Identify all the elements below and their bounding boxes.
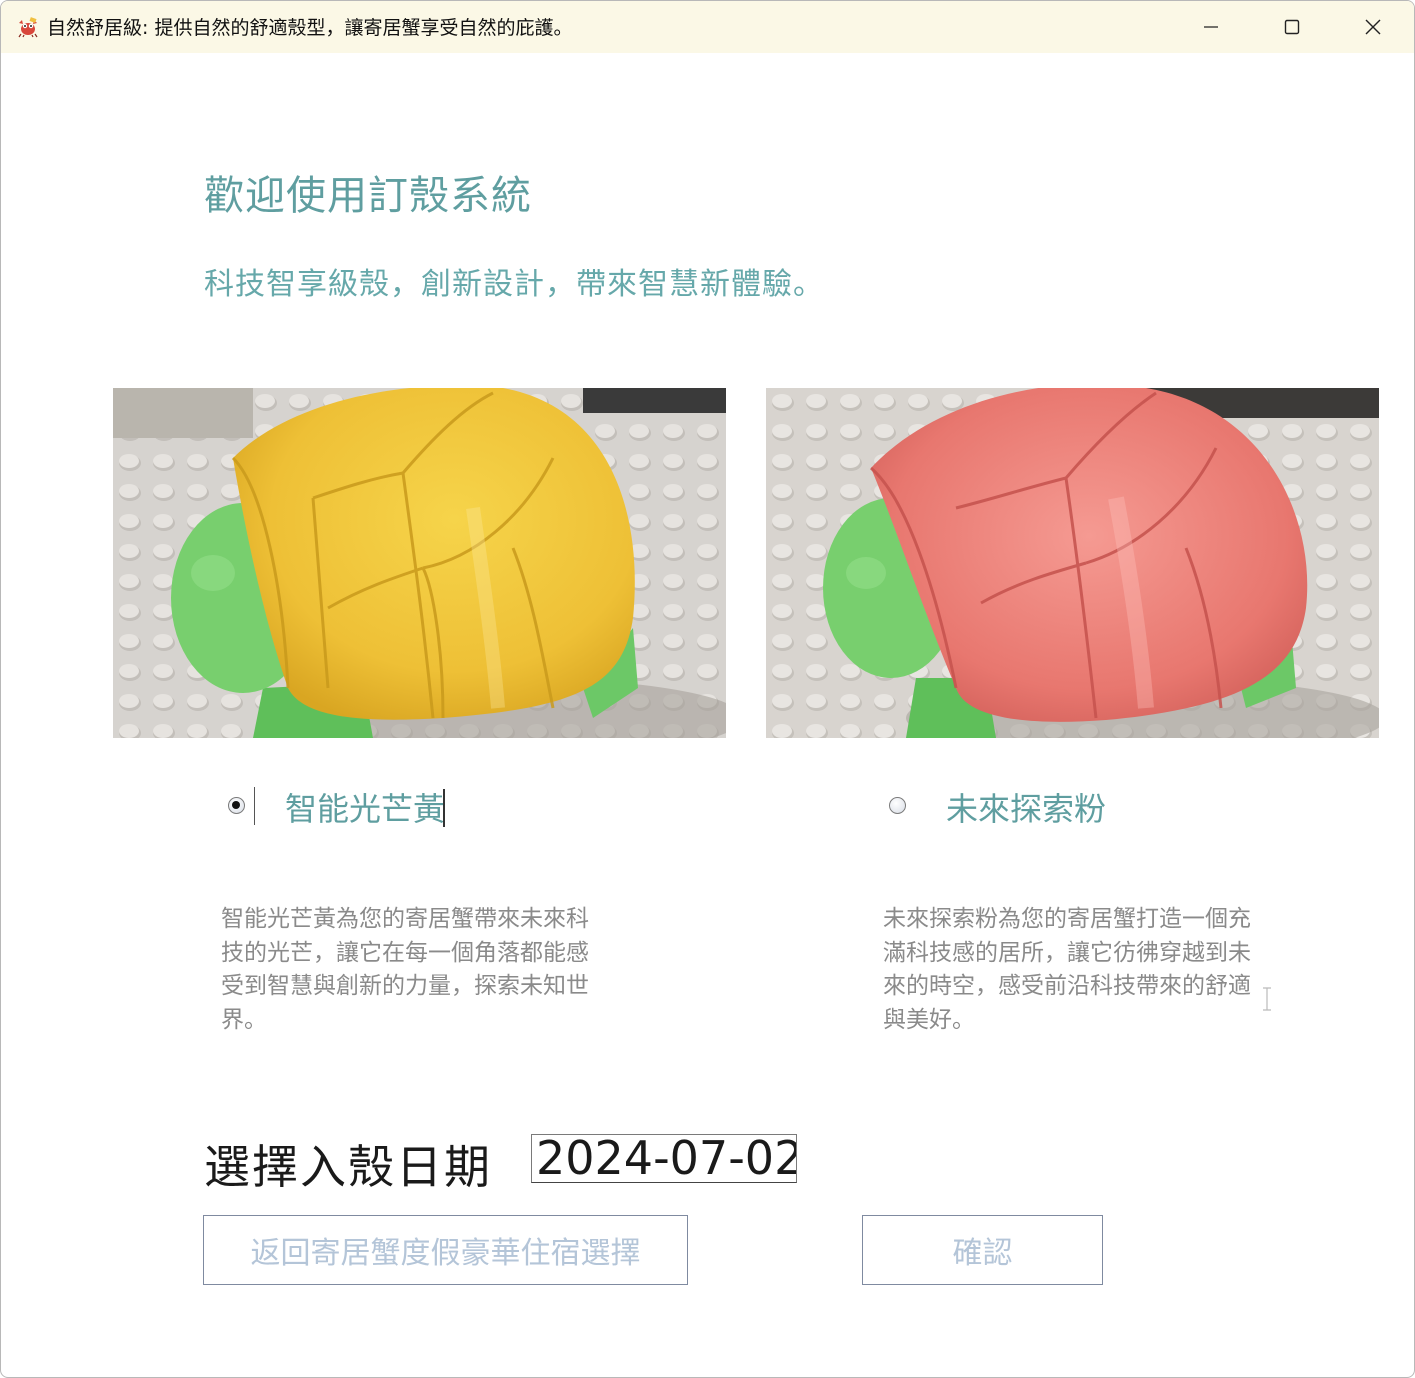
text-cursor-icon [1263, 987, 1271, 1011]
date-label: 選擇入殼日期 [204, 1140, 492, 1194]
app-window: 自然舒居級: 提供自然的舒適殼型，讓寄居蟹享受自然的庇護。 歡迎使用訂殼系統 科… [0, 0, 1415, 1378]
description-pink: 未來探索粉為您的寄居蟹打造一個充滿科技感的居所，讓它彷彿穿越到未來的時空，感受前… [883, 906, 1251, 1033]
crab-mascot-icon [17, 16, 39, 38]
page-subheading: 科技智享級殼，創新設計，帶來智慧新體驗。 [204, 267, 824, 302]
option-label-yellow[interactable]: 智能光芒黃 [285, 787, 445, 831]
radio-pink[interactable] [889, 797, 906, 814]
close-icon [1365, 19, 1381, 35]
option-label-pink[interactable]: 未來探索粉 [946, 787, 1106, 831]
yellow-shell-photo [113, 388, 726, 738]
close-button[interactable] [1333, 1, 1413, 53]
text-caret [443, 789, 445, 827]
minimize-button[interactable] [1171, 1, 1251, 53]
window-title: 自然舒居級: 提供自然的舒適殼型，讓寄居蟹享受自然的庇護。 [47, 17, 573, 39]
maximize-icon [1284, 19, 1300, 35]
focus-indicator [254, 787, 255, 825]
minimize-icon [1204, 26, 1218, 28]
page-heading: 歡迎使用訂殼系統 [204, 173, 532, 219]
radio-yellow[interactable] [228, 797, 245, 814]
title-bar[interactable]: 自然舒居級: 提供自然的舒適殼型，讓寄居蟹享受自然的庇護。 [1, 1, 1414, 53]
confirm-button[interactable]: 確認 [862, 1215, 1103, 1285]
pink-shell-photo [766, 388, 1379, 738]
maximize-button[interactable] [1252, 1, 1332, 53]
date-input[interactable]: 2024-07-02 [531, 1134, 797, 1183]
description-yellow: 智能光芒黃為您的寄居蟹帶來未來科技的光芒，讓它在每一個角落都能感受到智慧與創新的… [221, 906, 589, 1033]
back-button[interactable]: 返回寄居蟹度假豪華住宿選擇 [203, 1215, 688, 1285]
radio-selected-dot [232, 801, 240, 809]
